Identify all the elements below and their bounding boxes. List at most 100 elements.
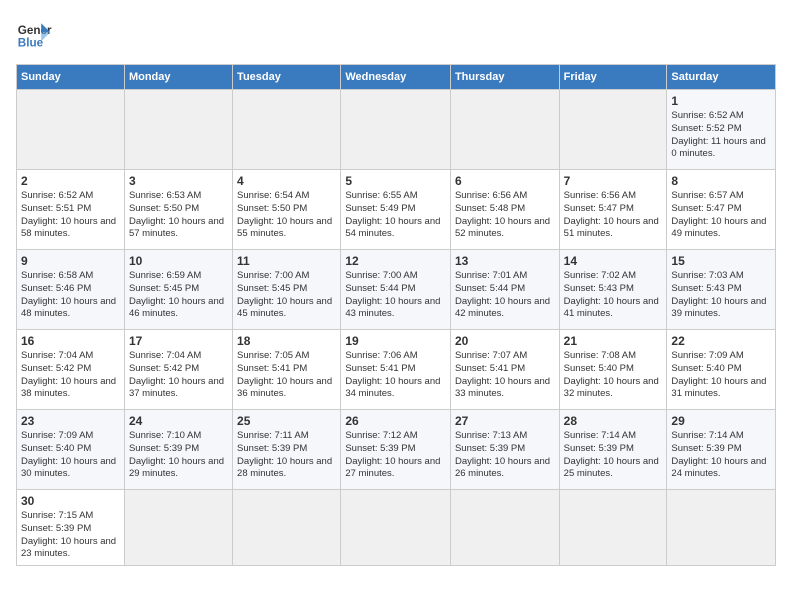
day-number: 30 — [21, 494, 120, 508]
day-info: Sunrise: 7:08 AM Sunset: 5:40 PM Dayligh… — [564, 350, 663, 401]
day-number: 2 — [21, 174, 120, 188]
weekday-row: SundayMondayTuesdayWednesdayThursdayFrid… — [17, 65, 776, 90]
calendar-cell: 10Sunrise: 6:59 AM Sunset: 5:45 PM Dayli… — [124, 250, 232, 330]
weekday-header: Thursday — [450, 65, 559, 90]
calendar-cell: 26 Sunrise: 7:12 AM Sunset: 5:39 PM Dayli… — [341, 410, 451, 490]
calendar-cell: 7Sunrise: 6:56 AM Sunset: 5:47 PM Daylig… — [559, 170, 667, 250]
day-number: 1 — [671, 94, 771, 108]
calendar-cell: 20Sunrise: 7:07 AM Sunset: 5:41 PM Dayli… — [450, 330, 559, 410]
calendar-cell — [450, 490, 559, 566]
day-number: 11 — [237, 254, 336, 268]
day-info: Sunrise: 6:54 AM Sunset: 5:50 PM Dayligh… — [237, 190, 336, 241]
calendar-cell: 5 Sunrise: 6:55 AM Sunset: 5:49 PM Daylig… — [341, 170, 451, 250]
calendar-week-row: 30 Sunrise: 7:15 AM Sunset: 5:39 PM Dayli… — [17, 490, 776, 566]
calendar-week-row: 23 Sunrise: 7:09 AM Sunset: 5:40 PM Dayli… — [17, 410, 776, 490]
day-number: 15 — [671, 254, 771, 268]
calendar-cell: 18Sunrise: 7:05 AM Sunset: 5:41 PM Dayli… — [233, 330, 341, 410]
day-info: Sunrise: 7:09 AM Sunset: 5:40 PM Dayligh… — [21, 430, 120, 481]
day-info: Sunrise: 7:14 AM Sunset: 5:39 PM Dayligh… — [564, 430, 663, 481]
day-number: 23 — [21, 414, 120, 428]
calendar-cell — [341, 490, 451, 566]
day-number: 17 — [129, 334, 228, 348]
calendar-cell: 11 Sunrise: 7:00 AM Sunset: 5:45 PM Dayli… — [233, 250, 341, 330]
day-number: 22 — [671, 334, 771, 348]
svg-text:Blue: Blue — [18, 37, 44, 50]
calendar-week-row: 1 Sunrise: 6:52 AM Sunset: 5:52 PM Daylig… — [17, 90, 776, 170]
day-info: Sunrise: 6:53 AM Sunset: 5:50 PM Dayligh… — [129, 190, 228, 241]
day-info: Sunrise: 6:52 AM Sunset: 5:51 PM Dayligh… — [21, 190, 120, 241]
calendar-cell: 24Sunrise: 7:10 AM Sunset: 5:39 PM Dayli… — [124, 410, 232, 490]
day-info: Sunrise: 7:02 AM Sunset: 5:43 PM Dayligh… — [564, 270, 663, 321]
day-info: Sunrise: 6:55 AM Sunset: 5:49 PM Dayligh… — [345, 190, 446, 241]
day-info: Sunrise: 7:11 AM Sunset: 5:39 PM Dayligh… — [237, 430, 336, 481]
page-header: General Blue — [16, 16, 776, 52]
day-info: Sunrise: 7:14 AM Sunset: 5:39 PM Dayligh… — [671, 430, 771, 481]
weekday-header: Sunday — [17, 65, 125, 90]
day-info: Sunrise: 6:52 AM Sunset: 5:52 PM Dayligh… — [671, 110, 771, 161]
calendar-cell: 4Sunrise: 6:54 AM Sunset: 5:50 PM Daylig… — [233, 170, 341, 250]
day-number: 24 — [129, 414, 228, 428]
day-info: Sunrise: 7:00 AM Sunset: 5:45 PM Dayligh… — [237, 270, 336, 321]
calendar-header: SundayMondayTuesdayWednesdayThursdayFrid… — [17, 65, 776, 90]
day-number: 29 — [671, 414, 771, 428]
day-number: 16 — [21, 334, 120, 348]
day-number: 12 — [345, 254, 446, 268]
calendar-cell — [450, 90, 559, 170]
day-number: 5 — [345, 174, 446, 188]
day-info: Sunrise: 7:15 AM Sunset: 5:39 PM Dayligh… — [21, 510, 120, 561]
calendar-cell: 17 Sunrise: 7:04 AM Sunset: 5:42 PM Dayli… — [124, 330, 232, 410]
calendar-cell: 12 Sunrise: 7:00 AM Sunset: 5:44 PM Dayli… — [341, 250, 451, 330]
calendar-cell: 16Sunrise: 7:04 AM Sunset: 5:42 PM Dayli… — [17, 330, 125, 410]
calendar-week-row: 16 Sunrise: 7:04 AM Sunset: 5:42 PM Dayli… — [17, 330, 776, 410]
calendar-cell — [124, 90, 232, 170]
day-number: 21 — [564, 334, 663, 348]
calendar-cell — [341, 90, 451, 170]
calendar-body: 1 Sunrise: 6:52 AM Sunset: 5:52 PM Daylig… — [17, 90, 776, 566]
calendar-week-row: 2 Sunrise: 6:52 AM Sunset: 5:51 PM Daylig… — [17, 170, 776, 250]
weekday-header: Tuesday — [233, 65, 341, 90]
day-number: 9 — [21, 254, 120, 268]
day-number: 3 — [129, 174, 228, 188]
day-info: Sunrise: 6:56 AM Sunset: 5:48 PM Dayligh… — [455, 190, 555, 241]
calendar-cell: 2 Sunrise: 6:52 AM Sunset: 5:51 PM Daylig… — [17, 170, 125, 250]
calendar-cell: 1 Sunrise: 6:52 AM Sunset: 5:52 PM Daylig… — [667, 90, 776, 170]
day-info: Sunrise: 7:12 AM Sunset: 5:39 PM Dayligh… — [345, 430, 446, 481]
day-info: Sunrise: 7:04 AM Sunset: 5:42 PM Dayligh… — [129, 350, 228, 401]
weekday-header: Friday — [559, 65, 667, 90]
calendar-cell: 13Sunrise: 7:01 AM Sunset: 5:44 PM Dayli… — [450, 250, 559, 330]
calendar-cell: 19 Sunrise: 7:06 AM Sunset: 5:41 PM Dayli… — [341, 330, 451, 410]
day-info: Sunrise: 6:57 AM Sunset: 5:47 PM Dayligh… — [671, 190, 771, 241]
day-number: 14 — [564, 254, 663, 268]
calendar-week-row: 9 Sunrise: 6:58 AM Sunset: 5:46 PM Daylig… — [17, 250, 776, 330]
day-number: 10 — [129, 254, 228, 268]
day-number: 25 — [237, 414, 336, 428]
calendar-cell: 25 Sunrise: 7:11 AM Sunset: 5:39 PM Dayli… — [233, 410, 341, 490]
day-number: 27 — [455, 414, 555, 428]
day-number: 8 — [671, 174, 771, 188]
calendar-cell: 8 Sunrise: 6:57 AM Sunset: 5:47 PM Daylig… — [667, 170, 776, 250]
day-info: Sunrise: 7:00 AM Sunset: 5:44 PM Dayligh… — [345, 270, 446, 321]
day-info: Sunrise: 6:58 AM Sunset: 5:46 PM Dayligh… — [21, 270, 120, 321]
calendar-cell: 27 Sunrise: 7:13 AM Sunset: 5:39 PM Dayli… — [450, 410, 559, 490]
calendar-cell — [667, 490, 776, 566]
day-info: Sunrise: 7:13 AM Sunset: 5:39 PM Dayligh… — [455, 430, 555, 481]
logo-icon: General Blue — [16, 16, 52, 52]
day-number: 26 — [345, 414, 446, 428]
calendar-cell: 29 Sunrise: 7:14 AM Sunset: 5:39 PM Dayli… — [667, 410, 776, 490]
day-number: 6 — [455, 174, 555, 188]
weekday-header: Wednesday — [341, 65, 451, 90]
calendar-table: SundayMondayTuesdayWednesdayThursdayFrid… — [16, 64, 776, 566]
day-number: 19 — [345, 334, 446, 348]
day-number: 7 — [564, 174, 663, 188]
calendar-cell: 15Sunrise: 7:03 AM Sunset: 5:43 PM Dayli… — [667, 250, 776, 330]
day-number: 28 — [564, 414, 663, 428]
day-info: Sunrise: 7:06 AM Sunset: 5:41 PM Dayligh… — [345, 350, 446, 401]
calendar-cell: 3 Sunrise: 6:53 AM Sunset: 5:50 PM Daylig… — [124, 170, 232, 250]
calendar-cell: 30 Sunrise: 7:15 AM Sunset: 5:39 PM Dayli… — [17, 490, 125, 566]
calendar-cell — [124, 490, 232, 566]
calendar-cell — [233, 90, 341, 170]
logo: General Blue — [16, 16, 58, 52]
calendar-cell: 6 Sunrise: 6:56 AM Sunset: 5:48 PM Daylig… — [450, 170, 559, 250]
calendar-cell — [559, 90, 667, 170]
day-info: Sunrise: 7:05 AM Sunset: 5:41 PM Dayligh… — [237, 350, 336, 401]
